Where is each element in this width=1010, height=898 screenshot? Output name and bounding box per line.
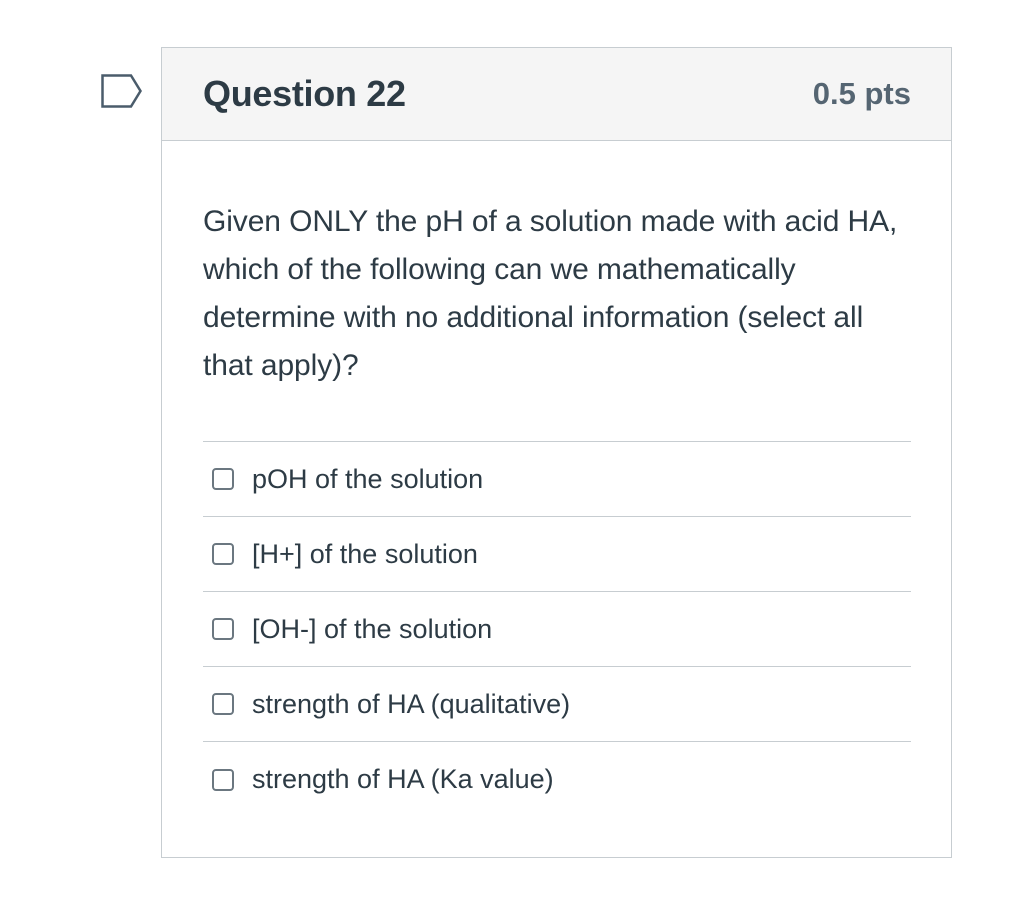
answer-option[interactable]: [H+] of the solution xyxy=(203,517,911,592)
answer-option[interactable]: pOH of the solution xyxy=(203,442,911,517)
answer-label: strength of HA (Ka value) xyxy=(252,764,554,794)
answer-checkbox[interactable] xyxy=(212,768,234,791)
answer-list: pOH of the solution [H+] of the solution… xyxy=(203,441,911,817)
question-body: Given ONLY the pH of a solution made wit… xyxy=(162,141,951,817)
question-points: 0.5 pts xyxy=(812,76,911,111)
question-title: Question 22 xyxy=(203,73,406,114)
answer-label: pOH of the solution xyxy=(252,463,484,494)
answer-label: strength of HA (qualitative) xyxy=(252,688,571,719)
answer-label: [OH-] of the solution xyxy=(252,613,493,644)
answer-checkbox[interactable] xyxy=(212,618,234,640)
answer-checkbox[interactable] xyxy=(212,468,234,490)
question-header: Question 22 0.5 pts xyxy=(162,48,951,141)
answer-option[interactable]: [OH-] of the solution xyxy=(203,592,911,667)
answer-checkbox[interactable] xyxy=(212,543,234,565)
answer-option[interactable]: strength of HA (qualitative) xyxy=(203,667,911,742)
answer-option[interactable]: strength of HA (Ka value) xyxy=(203,742,911,817)
answer-label: [H+] of the solution xyxy=(252,538,478,569)
flag-question-icon[interactable] xyxy=(101,74,143,108)
question-text: Given ONLY the pH of a solution made wit… xyxy=(203,205,898,382)
answer-checkbox[interactable] xyxy=(212,693,234,715)
question-card: Question 22 0.5 pts Given ONLY the pH of… xyxy=(161,47,952,858)
